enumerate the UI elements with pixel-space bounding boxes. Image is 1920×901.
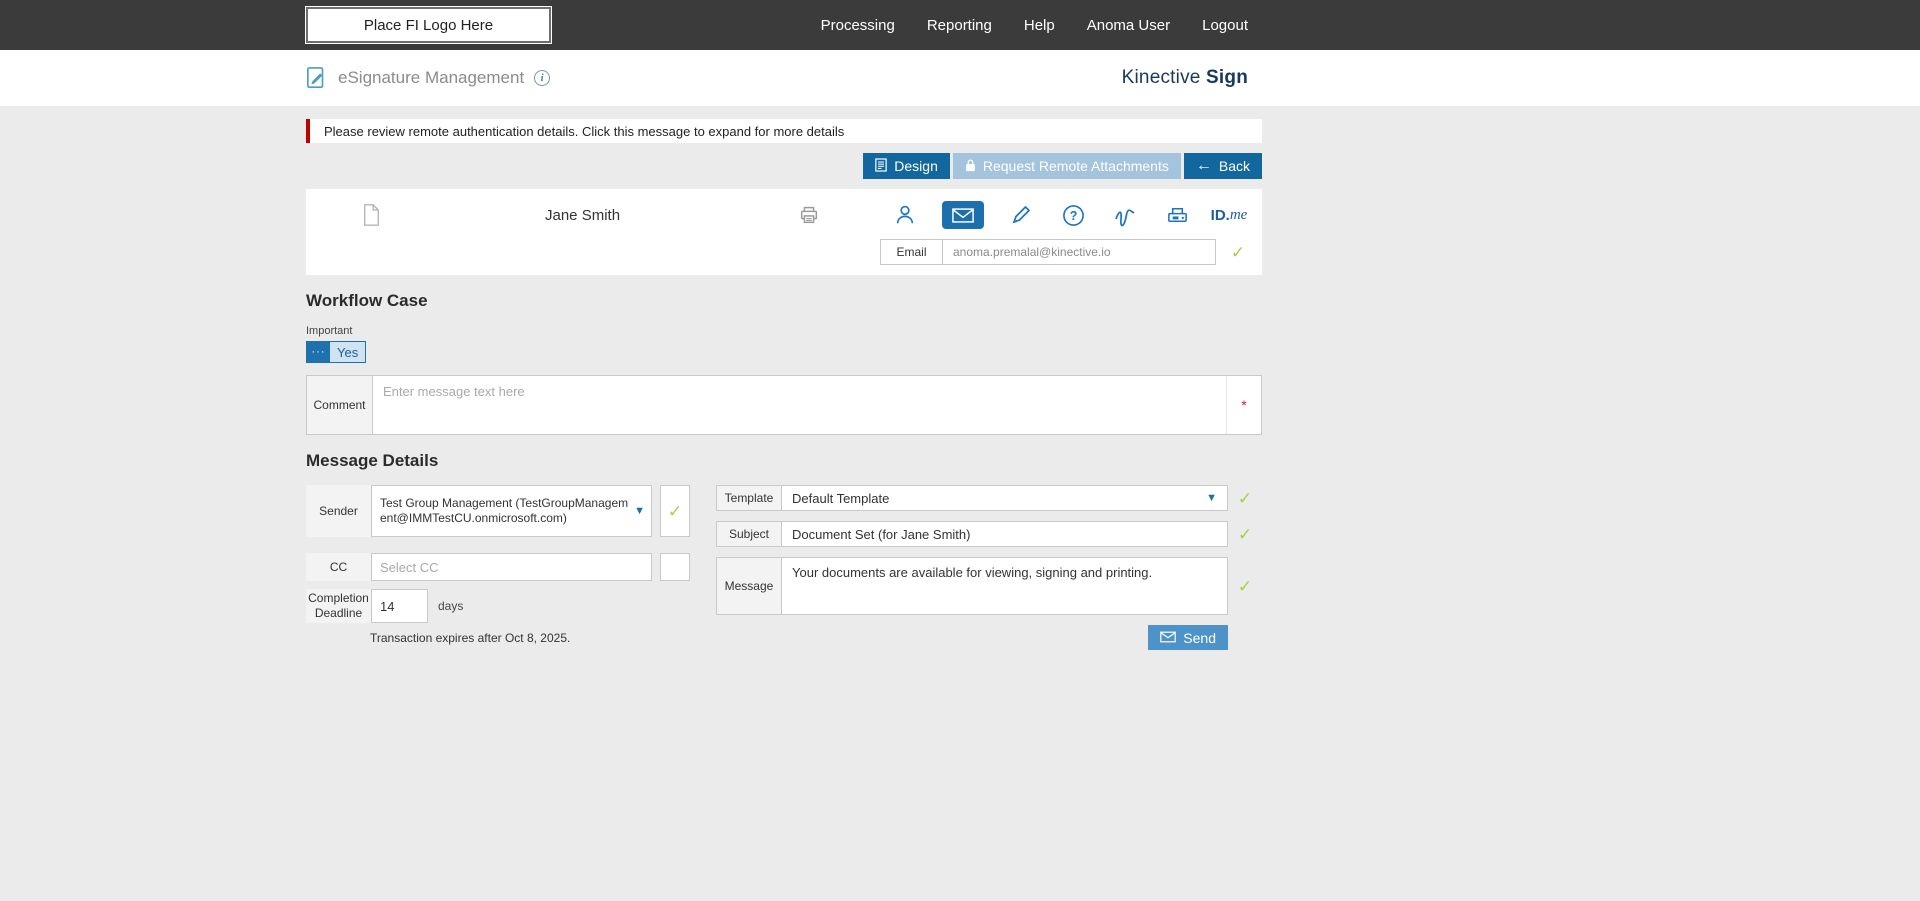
design-button-label: Design (894, 158, 938, 174)
important-toggle[interactable]: ··· Yes (306, 341, 366, 363)
lock-icon (965, 158, 976, 175)
back-button-label: Back (1219, 158, 1250, 174)
fax-method-icon[interactable] (1162, 201, 1192, 229)
document-page-icon (363, 204, 380, 226)
delivery-method-strip: ? ID.me (890, 201, 1244, 229)
message-details-right-column: Template Default Template ▼ ✓ Subject ✓ … (716, 485, 1262, 650)
design-button[interactable]: Design (863, 153, 950, 179)
message-details-left-column: Sender Test Group Management (TestGroupM… (306, 485, 690, 645)
sender-label: Sender (306, 485, 372, 537)
subject-valid-check-icon: ✓ (1238, 526, 1252, 543)
message-valid-check-icon: ✓ (1238, 578, 1252, 595)
send-envelope-icon (1160, 630, 1176, 646)
toolbar: Design Request Remote Attachments ← Back (306, 153, 1262, 179)
app-header: eSignature Management i Kinective Sign (0, 50, 1920, 106)
nav-reporting[interactable]: Reporting (927, 17, 992, 34)
nav-user-menu[interactable]: Anoma User (1087, 17, 1170, 34)
info-icon[interactable]: i (534, 70, 550, 86)
expiry-note: Transaction expires after Oct 8, 2025. (370, 631, 690, 645)
email-input[interactable] (943, 240, 1215, 264)
message-details-heading: Message Details (306, 451, 1262, 471)
nav-logout[interactable]: Logout (1202, 17, 1248, 34)
completion-deadline-row: Completion Deadline days (306, 589, 690, 623)
request-remote-attachments-button[interactable]: Request Remote Attachments (953, 153, 1181, 179)
brand-logo: Kinective Sign (1122, 67, 1248, 89)
printer-icon[interactable] (798, 204, 820, 226)
workflow-case-heading: Workflow Case (306, 291, 1262, 311)
sender-selected-value: Test Group Management (TestGroupManageme… (380, 496, 630, 526)
template-valid-check-icon: ✓ (1238, 490, 1252, 507)
recipient-name: Jane Smith (545, 207, 620, 224)
fi-logo-placeholder-button[interactable]: Place FI Logo Here (306, 7, 551, 43)
comment-row: Comment * (306, 375, 1262, 435)
message-textarea[interactable] (782, 557, 1228, 615)
email-valid-check-icon: ✓ (1226, 244, 1250, 261)
brand-name: Kinective (1122, 67, 1201, 88)
alert-text: Please review remote authentication deta… (324, 124, 844, 139)
chevron-down-icon: ▼ (634, 505, 645, 517)
nav-processing[interactable]: Processing (821, 17, 895, 34)
design-document-icon (875, 158, 887, 175)
sender-check-box: ✓ (660, 485, 690, 537)
request-remote-attachments-label: Request Remote Attachments (983, 158, 1169, 174)
nav-help[interactable]: Help (1024, 17, 1055, 34)
kba-question-method-icon[interactable]: ? (1058, 201, 1088, 229)
cc-input[interactable] (372, 553, 652, 581)
page-title: eSignature Management (338, 68, 524, 88)
idme-italic-text: me (1230, 207, 1248, 224)
signature-swoosh-method-icon[interactable] (1110, 201, 1140, 229)
subject-label: Subject (716, 521, 782, 547)
topbar: Place FI Logo Here Processing Reporting … (0, 0, 1920, 50)
subject-input[interactable] (782, 521, 1228, 547)
toggle-dots-segment[interactable]: ··· (307, 342, 330, 362)
cc-label: CC (306, 553, 372, 581)
template-selected-value: Default Template (792, 491, 1202, 506)
chevron-down-icon: ▼ (1206, 492, 1217, 504)
template-label: Template (716, 485, 782, 511)
email-field-label: Email (881, 240, 943, 264)
esign-pen-method-icon[interactable] (1006, 201, 1036, 229)
send-button[interactable]: Send (1148, 625, 1228, 650)
comment-label: Comment (307, 376, 373, 434)
days-label: days (438, 599, 463, 613)
template-select[interactable]: Default Template ▼ (782, 485, 1228, 511)
completion-deadline-input[interactable] (372, 589, 428, 623)
main-content: Please review remote authentication deta… (306, 106, 1262, 650)
back-button[interactable]: ← Back (1184, 153, 1262, 179)
completion-deadline-label: Completion Deadline (306, 589, 372, 623)
required-asterisk: * (1227, 376, 1261, 434)
idme-logo[interactable]: ID.me (1214, 201, 1244, 229)
important-label: Important (306, 325, 1262, 337)
sender-valid-check-icon: ✓ (668, 503, 682, 520)
sender-select[interactable]: Test Group Management (TestGroupManageme… (372, 485, 652, 537)
email-field-row: Email (880, 239, 1216, 265)
review-auth-alert[interactable]: Please review remote authentication deta… (306, 119, 1262, 143)
back-arrow-icon: ← (1196, 158, 1212, 174)
comment-textarea[interactable] (373, 376, 1227, 434)
top-nav: Processing Reporting Help Anoma User Log… (821, 17, 1248, 34)
message-label: Message (716, 557, 782, 615)
email-method-icon[interactable] (942, 201, 984, 229)
brand-suffix: Sign (1206, 67, 1248, 88)
svg-text:?: ? (1069, 208, 1077, 222)
cc-check-box (660, 553, 690, 581)
recipient-card: Jane Smith ? (306, 189, 1262, 275)
toggle-yes-segment[interactable]: Yes (330, 342, 365, 362)
idme-bold-text: ID. (1211, 207, 1230, 224)
esignature-document-icon (306, 66, 328, 90)
in-person-method-icon[interactable] (890, 201, 920, 229)
send-button-label: Send (1183, 630, 1216, 646)
